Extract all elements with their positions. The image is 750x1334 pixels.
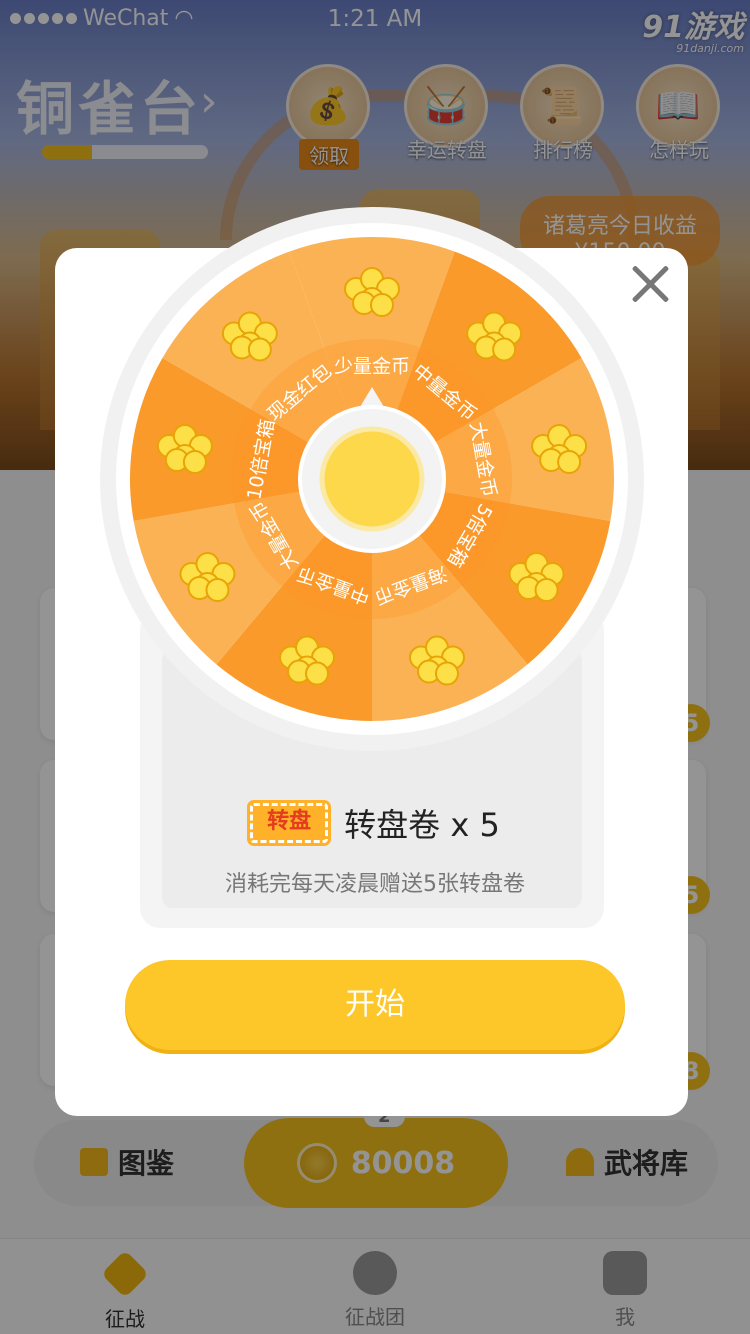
wheel-center-gem bbox=[319, 426, 425, 532]
wheel-graphic: 少量金币中量金币大量金币5倍宝箱海量金币中量金币大量金币10倍宝箱现金红包 bbox=[100, 207, 644, 751]
ticket-icon: 转盘 bbox=[247, 800, 332, 846]
ticket-count: 转盘卷 x 5 bbox=[344, 806, 500, 844]
ticket-info: 转盘 转盘卷 x 5 bbox=[0, 800, 750, 846]
close-icon[interactable] bbox=[628, 262, 672, 306]
ticket-description: 消耗完每天凌晨赠送5张转盘卷 bbox=[225, 872, 525, 897]
wheel-segment-label: 少量金币 bbox=[334, 356, 410, 378]
start-button[interactable]: 开始 bbox=[125, 960, 625, 1050]
lucky-wheel[interactable]: 少量金币 中量金币 大量金币 5倍宝箱 海量金币 中量金币 大量金币 10倍宝箱 现金红包 bbox=[97, 204, 647, 754]
